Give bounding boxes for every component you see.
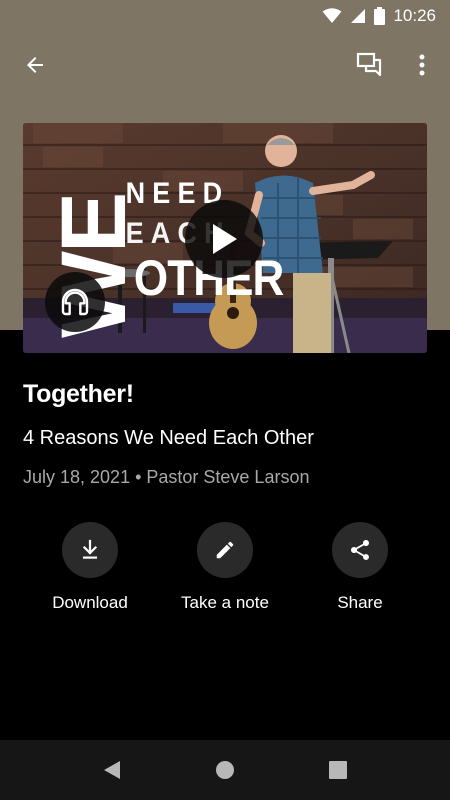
sermon-meta: July 18, 2021 • Pastor Steve Larson <box>23 467 310 487</box>
sermon-title: Together! <box>23 380 134 408</box>
share-label: Share <box>337 593 383 612</box>
share-circle[interactable] <box>332 522 388 578</box>
back-triangle-icon <box>104 761 120 779</box>
back-button[interactable] <box>15 45 55 85</box>
chat-bubbles-icon <box>356 52 382 77</box>
status-bar: 10:26 <box>0 0 450 32</box>
sermon-subtitle: 4 Reasons We Need Each Other <box>23 427 314 449</box>
download-icon <box>82 539 98 559</box>
play-audio-button[interactable] <box>45 272 105 332</box>
take-note-button[interactable]: Take a note <box>155 522 295 613</box>
download-label: Download <box>52 593 128 612</box>
discussion-button[interactable] <box>350 45 390 85</box>
more-vertical-icon <box>419 54 425 76</box>
take-note-label: Take a note <box>181 593 269 612</box>
nav-recents-button[interactable] <box>318 750 358 790</box>
recents-square-icon <box>329 761 347 779</box>
battery-icon <box>374 7 386 25</box>
download-circle[interactable] <box>62 522 118 578</box>
pencil-icon <box>216 541 234 559</box>
more-options-button[interactable] <box>402 45 442 85</box>
status-time: 10:26 <box>393 6 436 25</box>
share-button[interactable]: Share <box>290 522 430 613</box>
take-note-circle[interactable] <box>197 522 253 578</box>
system-nav-bar <box>0 740 450 800</box>
arrow-left-icon <box>27 57 43 73</box>
signal-icon <box>351 9 366 23</box>
wifi-icon <box>322 8 342 23</box>
home-circle-icon <box>216 761 234 779</box>
play-icon <box>213 224 237 254</box>
nav-back-button[interactable] <box>92 750 132 790</box>
play-video-button[interactable] <box>185 200 263 278</box>
headphones-icon <box>61 288 89 316</box>
nav-home-button[interactable] <box>205 750 245 790</box>
share-icon <box>350 540 370 560</box>
status-icons: 10:26 <box>322 6 436 26</box>
download-button[interactable]: Download <box>20 522 160 613</box>
